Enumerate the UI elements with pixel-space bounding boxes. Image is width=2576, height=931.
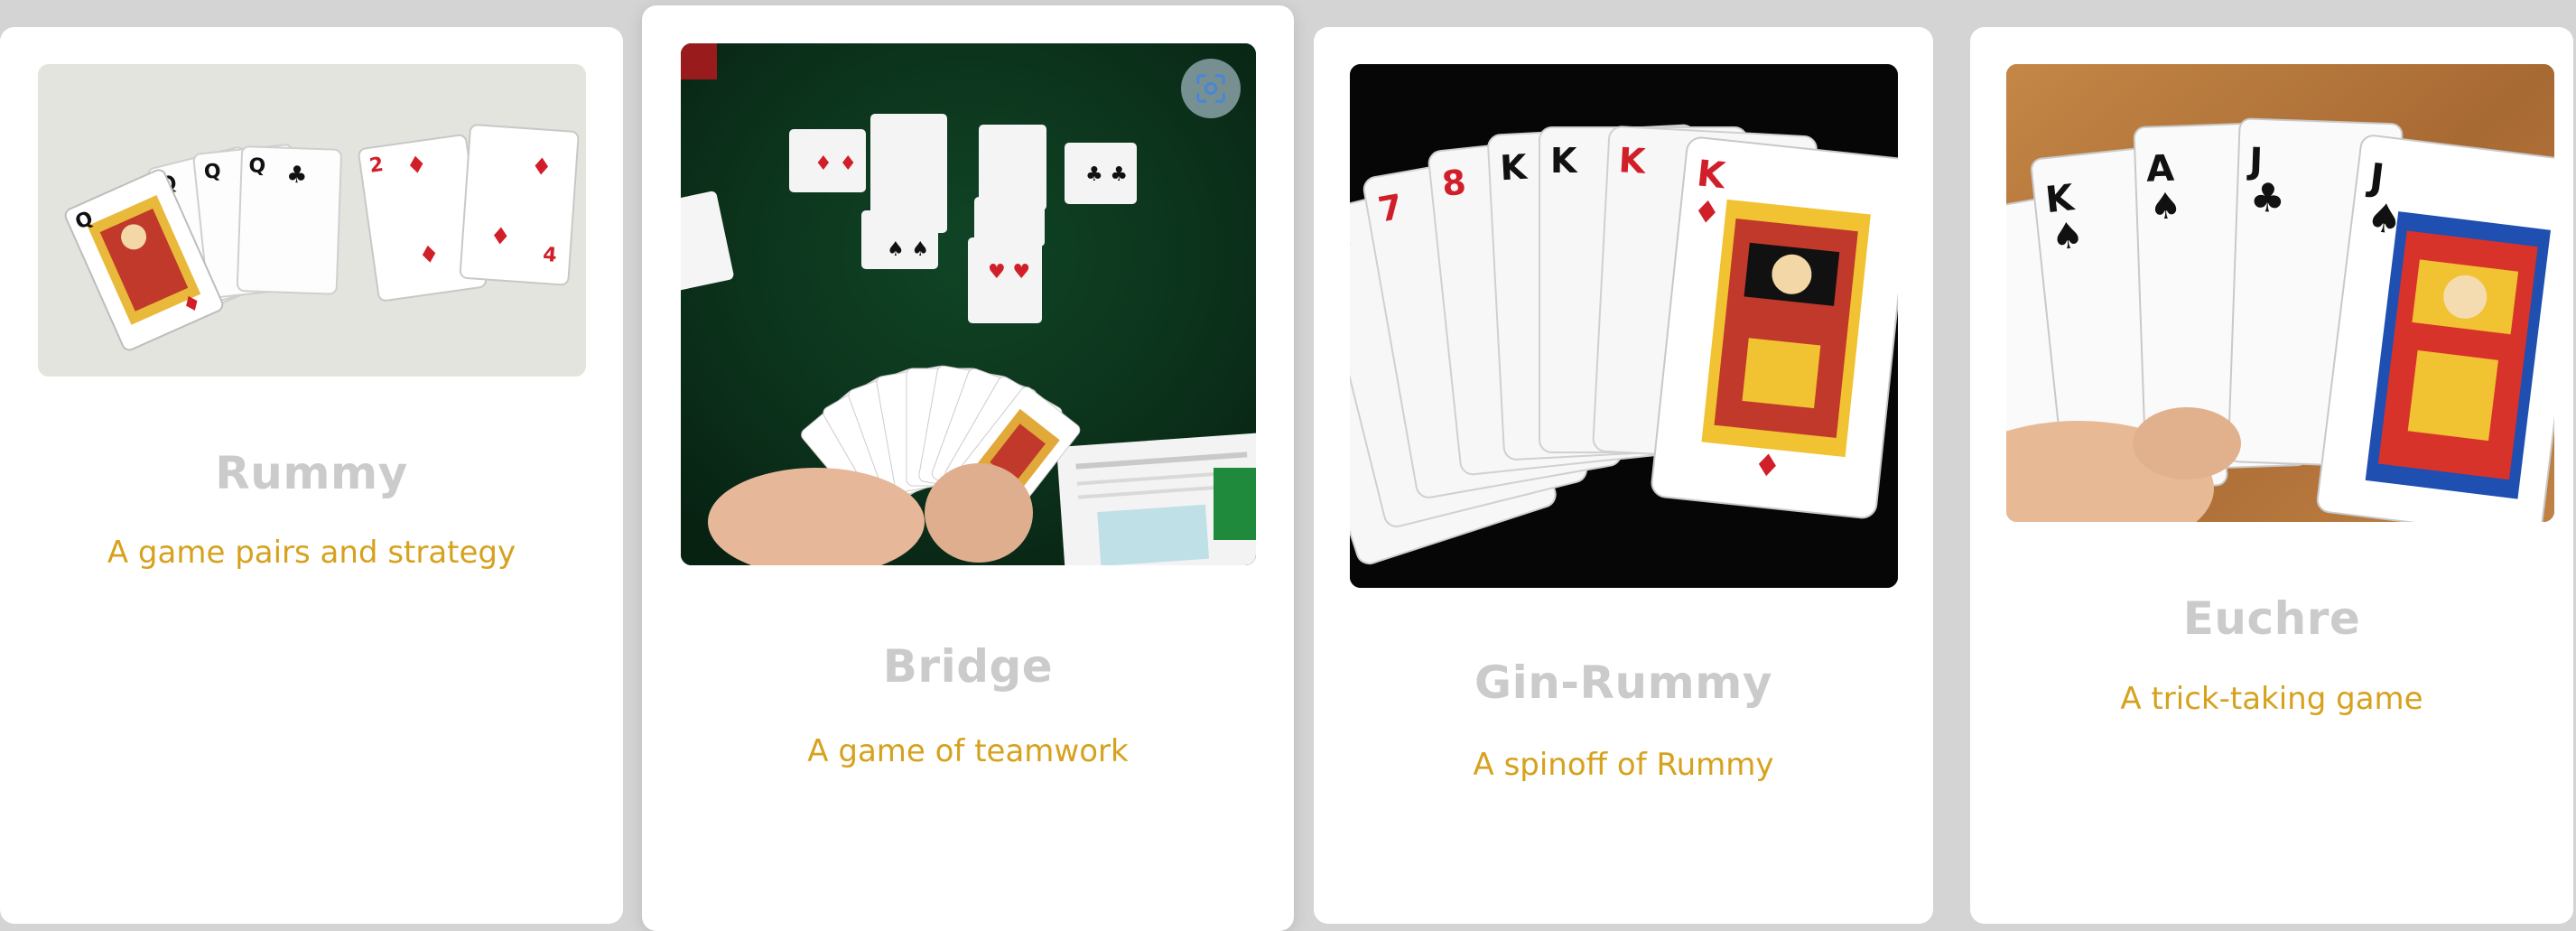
svg-text:4: 4 [542,244,557,267]
svg-text:♠: ♠ [2050,214,2086,258]
svg-text:♣ ♣: ♣ ♣ [1085,163,1128,186]
svg-text:♣: ♣ [286,162,308,190]
svg-text:♦: ♦ [405,151,429,181]
svg-text:♠ ♠: ♠ ♠ [887,238,929,261]
game-card-euchre[interactable]: J♠ K♠ A♠ J♣ J ♠ [1970,27,2573,924]
game-description: A trick-taking game [2120,681,2423,717]
game-title: Rummy [215,447,408,499]
game-image-gin-rummy[interactable]: 10 6 7 8 K K K K ♦ [1350,64,1898,588]
svg-text:♥ ♥: ♥ ♥ [988,261,1030,284]
playing-cards-photo-icon: Q Q Q Q ♣ [38,64,586,377]
game-image-euchre[interactable]: J♠ K♠ A♠ J♣ J ♠ [2006,64,2554,522]
svg-text:♦: ♦ [1752,447,1782,486]
playing-cards-photo-icon: 10 6 7 8 K K K K ♦ [1350,64,1898,588]
svg-text:♦ ♦: ♦ ♦ [814,153,857,175]
svg-text:K: K [1550,141,1578,181]
svg-text:8: 8 [1440,162,1468,204]
playing-cards-photo-icon: J♠ K♠ A♠ J♣ J ♠ [2006,64,2554,522]
playing-cards-photo-icon: ♦ ♦ ♠ ♠ ♥ ♥ ♣ ♣ [681,43,1256,565]
svg-text:K: K [1618,140,1648,182]
game-image-bridge[interactable]: ♦ ♦ ♠ ♠ ♥ ♥ ♣ ♣ [681,43,1256,565]
game-description: A game of teamwork [807,733,1129,769]
svg-text:A: A [2145,148,2175,191]
visual-search-button[interactable] [1181,59,1241,118]
svg-text:Q: Q [203,160,222,184]
game-card-gin-rummy[interactable]: 10 6 7 8 K K K K ♦ [1314,27,1933,924]
game-description: A spinoff of Rummy [1473,747,1774,783]
game-image-rummy[interactable]: Q Q Q Q ♣ [38,64,586,377]
game-title: Euchre [2182,592,2361,645]
game-title: Bridge [882,640,1054,693]
svg-text:K: K [1499,147,1529,189]
svg-text:♦: ♦ [530,154,553,182]
svg-text:♦: ♦ [417,240,442,270]
game-description: A game pairs and strategy [107,535,516,571]
svg-text:Q: Q [248,154,266,178]
svg-text:♠: ♠ [2149,185,2182,228]
game-title: Gin-Rummy [1474,656,1772,709]
visual-search-icon [1196,74,1225,103]
card-gallery: Q Q Q Q ♣ [0,0,2576,931]
game-card-bridge[interactable]: ♦ ♦ ♠ ♠ ♥ ♥ ♣ ♣ Bridge A game of teamwor… [642,5,1294,931]
game-card-rummy[interactable]: Q Q Q Q ♣ [0,27,623,924]
svg-text:♦: ♦ [1691,193,1722,232]
svg-text:♦: ♦ [489,223,512,252]
svg-text:♣: ♣ [2249,175,2286,222]
